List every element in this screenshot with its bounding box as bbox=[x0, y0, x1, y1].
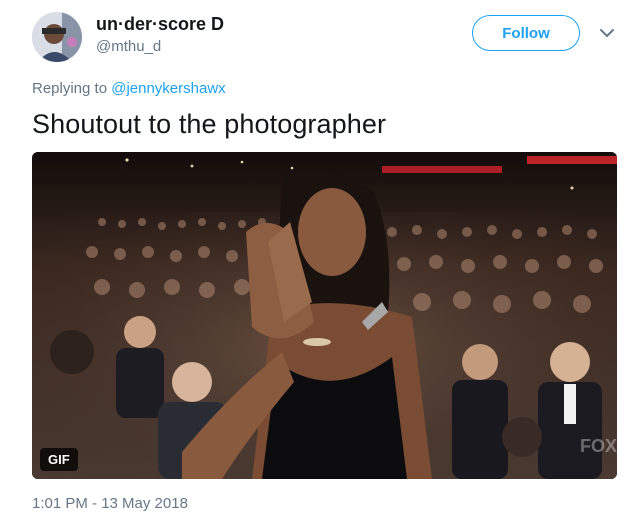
profile-avatar bbox=[32, 12, 82, 62]
chevron-down-icon[interactable] bbox=[598, 24, 616, 42]
fox-watermark: FOX bbox=[580, 436, 617, 456]
follow-button[interactable]: Follow bbox=[472, 15, 580, 51]
reply-mention-link[interactable]: @jennykershawx bbox=[111, 80, 225, 97]
display-name[interactable]: un·der·score D bbox=[96, 14, 224, 35]
gif-frame-image: FOX bbox=[32, 152, 617, 479]
tweet-gif[interactable]: FOX GIF bbox=[32, 152, 617, 479]
tweet-text: Shoutout to the photographer bbox=[32, 109, 387, 139]
user-handle[interactable]: @mthu_d bbox=[96, 38, 161, 55]
gif-badge: GIF bbox=[40, 448, 78, 471]
replying-to: Replying to @jennykershawx bbox=[32, 80, 226, 97]
replying-to-label: Replying to bbox=[32, 80, 108, 97]
avatar[interactable] bbox=[32, 12, 82, 62]
tweet-timestamp[interactable]: 1:01 PM - 13 May 2018 bbox=[32, 495, 188, 512]
